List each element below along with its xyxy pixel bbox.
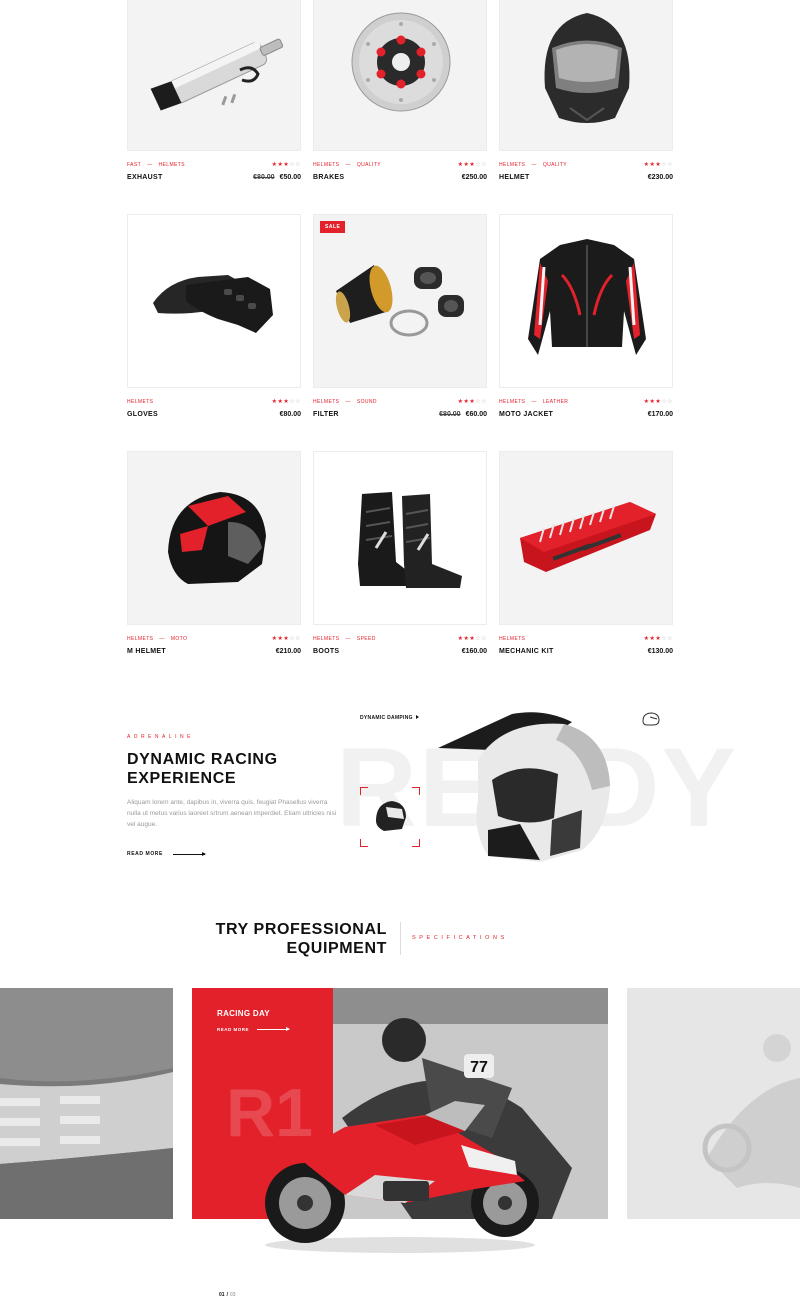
rider-photo-icon: [627, 988, 800, 1219]
rating-stars: ★★★☆☆: [457, 399, 487, 405]
product-image[interactable]: [313, 0, 487, 151]
current-price: €130.00: [647, 648, 673, 655]
product-card[interactable]: HELMETS ★★★☆☆ MECHANIC KIT €130.00: [499, 451, 673, 655]
product-card[interactable]: HELMETS — QUALITY ★★★☆☆ BRAKES €250.00: [313, 0, 487, 181]
tool-kit-icon: [520, 502, 656, 572]
play-icon: [415, 715, 419, 719]
rating-stars: ★★★☆☆: [643, 162, 673, 168]
product-name[interactable]: BOOTS: [313, 648, 339, 655]
product-card[interactable]: FAST — HELMETS ★★★☆☆ EXHAUST €80.00 €50.00: [127, 0, 301, 181]
product-categories[interactable]: FAST — HELMETS: [127, 162, 185, 168]
product-categories[interactable]: HELMETS — QUALITY: [313, 162, 381, 168]
product-price: €80.00 €50.00: [253, 174, 301, 181]
rating-stars: ★★★☆☆: [457, 636, 487, 642]
product-image[interactable]: [127, 451, 301, 625]
old-price: €80.00: [439, 411, 461, 418]
product-name[interactable]: HELMET: [499, 174, 530, 181]
rating-stars: ★★★☆☆: [643, 636, 673, 642]
slide-counter: 01/03: [219, 1292, 236, 1298]
rating-stars: ★★★☆☆: [271, 162, 301, 168]
race-track-icon: [0, 988, 173, 1219]
divider: [400, 922, 401, 955]
current-price: €50.00: [279, 174, 301, 181]
product-image[interactable]: [127, 214, 301, 388]
helmet-logo-icon: [642, 712, 660, 726]
product-categories[interactable]: HELMETS — SPEED: [313, 636, 376, 642]
product-categories[interactable]: HELMETS — LEATHER: [499, 399, 568, 405]
red-helmet-icon: [168, 492, 266, 584]
product-card[interactable]: HELMETS — MOTO ★★★☆☆ M HELMET €210.00: [127, 451, 301, 655]
promo-description: Aliquam lorem ante, dapibus in, viverra …: [127, 799, 337, 828]
product-image[interactable]: [499, 214, 673, 388]
current-price: €250.00: [461, 174, 487, 181]
dynamic-damping-link[interactable]: DYNAMIC DAMPING: [360, 715, 419, 721]
read-more-link[interactable]: READ MORE: [127, 851, 206, 857]
current-price: €80.00: [279, 411, 301, 418]
gloves-icon: [153, 275, 273, 333]
product-card[interactable]: HELMETS — QUALITY ★★★☆☆ HELMET €230.00: [499, 0, 673, 181]
product-price: €160.00: [462, 648, 487, 655]
product-name[interactable]: MOTO JACKET: [499, 411, 553, 418]
sale-badge: SALE: [320, 221, 346, 233]
product-name[interactable]: M HELMET: [127, 648, 166, 655]
product-image[interactable]: [313, 451, 487, 625]
rating-stars: ★★★☆☆: [457, 162, 487, 168]
old-price: €80.00: [253, 174, 275, 181]
product-categories[interactable]: HELMETS — SOUND: [313, 399, 377, 405]
sport-bike-icon: [265, 1101, 539, 1253]
current-price: €170.00: [647, 411, 673, 418]
product-name[interactable]: EXHAUST: [127, 174, 163, 181]
exhaust-icon: [150, 38, 284, 111]
product-thumbnail[interactable]: [360, 787, 420, 847]
slide-next[interactable]: [627, 988, 800, 1219]
product-price: €80.00 €60.00: [439, 411, 487, 418]
jacket-icon: [528, 239, 646, 355]
product-name[interactable]: MECHANIC KIT: [499, 648, 554, 655]
product-card[interactable]: SALE HELMETS — SOUND ★★★☆☆ FILTER €80.00 €6…: [313, 214, 487, 418]
promo-kicker: ADRENALINE: [127, 734, 194, 740]
product-categories[interactable]: HELMETS — QUALITY: [499, 162, 567, 168]
rating-stars: ★★★☆☆: [271, 399, 301, 405]
product-image[interactable]: SALE: [313, 214, 487, 388]
product-categories[interactable]: HELMETS: [127, 399, 153, 405]
product-image[interactable]: [127, 0, 301, 151]
product-name[interactable]: FILTER: [313, 411, 339, 418]
slide-previous[interactable]: [0, 988, 173, 1219]
adventure-helmet-icon: [438, 712, 610, 862]
rating-stars: ★★★☆☆: [643, 399, 673, 405]
current-price: €210.00: [275, 648, 301, 655]
slide-read-more-link[interactable]: READ MORE: [217, 1027, 291, 1032]
current-price: €230.00: [647, 174, 673, 181]
slide-title: RACING DAY: [217, 1009, 270, 1018]
promo-title: DYNAMIC RACING EXPERIENCE: [127, 751, 278, 787]
product-name[interactable]: GLOVES: [127, 411, 158, 418]
arrow-right-icon: [172, 851, 206, 856]
current-price: €160.00: [461, 648, 487, 655]
product-price: €170.00: [648, 411, 673, 418]
specifications-link[interactable]: SPECIFICATIONS: [412, 935, 508, 941]
race-number: 77: [470, 1059, 488, 1076]
arrow-right-icon: [257, 1027, 291, 1031]
brake-disc-icon: [351, 12, 451, 112]
current-price: €60.00: [465, 411, 487, 418]
helmet-thumbnail-icon: [376, 801, 406, 831]
product-price: €80.00: [280, 411, 301, 418]
product-categories[interactable]: HELMETS — MOTO: [127, 636, 187, 642]
helmet-icon: [544, 13, 630, 123]
product-card[interactable]: HELMETS ★★★☆☆ GLOVES €80.00: [127, 214, 301, 418]
product-image[interactable]: [499, 451, 673, 625]
product-card[interactable]: HELMETS — SPEED ★★★☆☆ BOOTS €160.00: [313, 451, 487, 655]
boots-icon: [358, 492, 462, 588]
product-price: €130.00: [648, 648, 673, 655]
product-categories[interactable]: HELMETS: [499, 636, 525, 642]
product-image[interactable]: [499, 0, 673, 151]
product-card[interactable]: HELMETS — LEATHER ★★★☆☆ MOTO JACKET €170.0…: [499, 214, 673, 418]
product-price: €250.00: [462, 174, 487, 181]
product-price: €210.00: [276, 648, 301, 655]
section-title: TRY PROFESSIONAL EQUIPMENT: [215, 921, 387, 957]
air-filter-icon: [335, 265, 464, 337]
product-name[interactable]: BRAKES: [313, 174, 344, 181]
product-price: €230.00: [648, 174, 673, 181]
rating-stars: ★★★☆☆: [271, 636, 301, 642]
